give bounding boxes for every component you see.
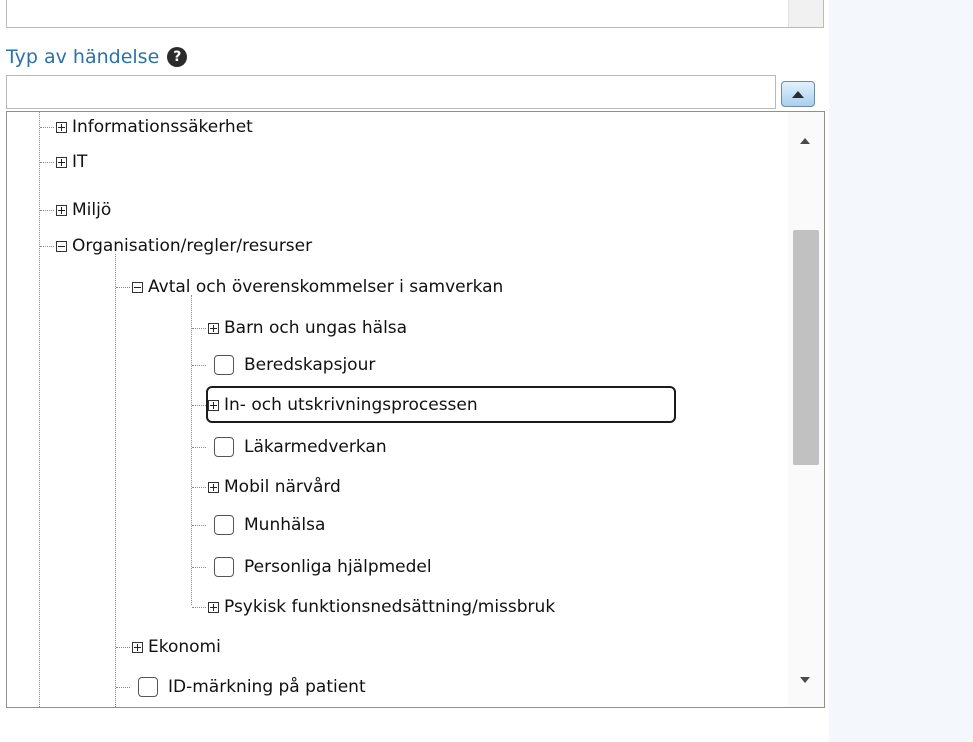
scroll-up-arrow-icon[interactable] xyxy=(800,138,810,144)
event-type-input[interactable] xyxy=(6,75,776,109)
tree-item-label: In- och utskrivningsprocessen xyxy=(224,395,478,415)
tree-item-label: Beredskapsjour xyxy=(244,355,376,375)
previous-textarea[interactable] xyxy=(6,0,824,28)
tree-item-label: ID-märkning på patient xyxy=(168,677,366,697)
checkbox[interactable] xyxy=(214,515,234,535)
question-circle-icon[interactable]: ? xyxy=(167,47,188,67)
tree-item-beredskapsjour[interactable]: Beredskapsjour xyxy=(192,352,375,378)
page-background-panel xyxy=(829,0,973,742)
triangle-up-icon xyxy=(792,90,804,98)
tree-item-label: Läkarmedverkan xyxy=(244,437,387,457)
field-label-text: Typ av händelse xyxy=(6,46,160,68)
tree-item-label: Psykisk funktionsnedsättning/missbruk xyxy=(224,597,556,617)
tree-item-miljo[interactable]: Miljö xyxy=(40,197,111,223)
tree-item-in-och-utskrivningsprocessen[interactable]: In- och utskrivningsprocessen xyxy=(192,392,478,418)
tree-item-label: Avtal och överenskommelser i samverkan xyxy=(148,277,504,297)
tree-item-label: Munhälsa xyxy=(244,515,326,535)
scroll-thumb[interactable] xyxy=(793,230,819,465)
previous-textarea-scrollbar[interactable] xyxy=(788,0,823,27)
expand-icon[interactable] xyxy=(56,204,67,216)
field-label: Typ av händelse ? xyxy=(6,46,188,68)
tree-item-psykisk[interactable]: Psykisk funktionsnedsättning/missbruk xyxy=(192,594,555,620)
tree-item-id-markning[interactable]: ID-märkning på patient xyxy=(116,674,366,700)
event-type-tree[interactable]: Informationssäkerhet IT Miljö Organisati… xyxy=(6,111,825,708)
tree-item-label: Personliga hjälpmedel xyxy=(244,557,432,577)
collapse-dropdown-button[interactable] xyxy=(781,81,815,107)
expand-icon[interactable] xyxy=(208,601,219,613)
expand-icon[interactable] xyxy=(56,156,67,168)
tree-item-label: Organisation/regler/resurser xyxy=(72,236,313,256)
tree-item-label: Ekonomi xyxy=(148,637,221,657)
collapse-icon[interactable] xyxy=(56,240,67,252)
expand-icon[interactable] xyxy=(132,641,143,653)
tree-item-ekonomi[interactable]: Ekonomi xyxy=(116,634,221,660)
tree-item-avtal[interactable]: Avtal och överenskommelser i samverkan xyxy=(116,274,503,300)
tree-item-label: Miljö xyxy=(72,200,112,220)
tree-scrollbar[interactable] xyxy=(788,112,824,707)
expand-icon[interactable] xyxy=(56,121,67,133)
tree-item-label: Mobil närvård xyxy=(224,477,341,497)
checkbox[interactable] xyxy=(214,557,234,577)
tree-item-munhalsa[interactable]: Munhälsa xyxy=(192,512,325,538)
expand-icon[interactable] xyxy=(208,322,219,334)
checkbox[interactable] xyxy=(214,355,234,375)
tree-item-it[interactable]: IT xyxy=(40,149,87,175)
checkbox[interactable] xyxy=(138,677,158,697)
collapse-icon[interactable] xyxy=(132,281,143,293)
expand-icon[interactable] xyxy=(208,399,219,411)
tree-item-informationssakerhet[interactable]: Informationssäkerhet xyxy=(40,114,253,140)
tree-item-label: Informationssäkerhet xyxy=(72,117,253,137)
scroll-down-arrow-icon[interactable] xyxy=(800,677,810,683)
tree-item-barn-och-ungas-halsa[interactable]: Barn och ungas hälsa xyxy=(192,315,407,341)
expand-icon[interactable] xyxy=(208,481,219,493)
tree-item-lakarmedverkan[interactable]: Läkarmedverkan xyxy=(192,434,387,460)
tree-item-mobil-narvard[interactable]: Mobil närvård xyxy=(192,474,341,500)
tree-item-label: Barn och ungas hälsa xyxy=(224,318,408,338)
checkbox[interactable] xyxy=(214,437,234,457)
tree-item-organisation[interactable]: Organisation/regler/resurser xyxy=(40,233,312,259)
tree-item-personliga-hjalpmedel[interactable]: Personliga hjälpmedel xyxy=(192,554,432,580)
tree-item-label: IT xyxy=(72,152,88,172)
